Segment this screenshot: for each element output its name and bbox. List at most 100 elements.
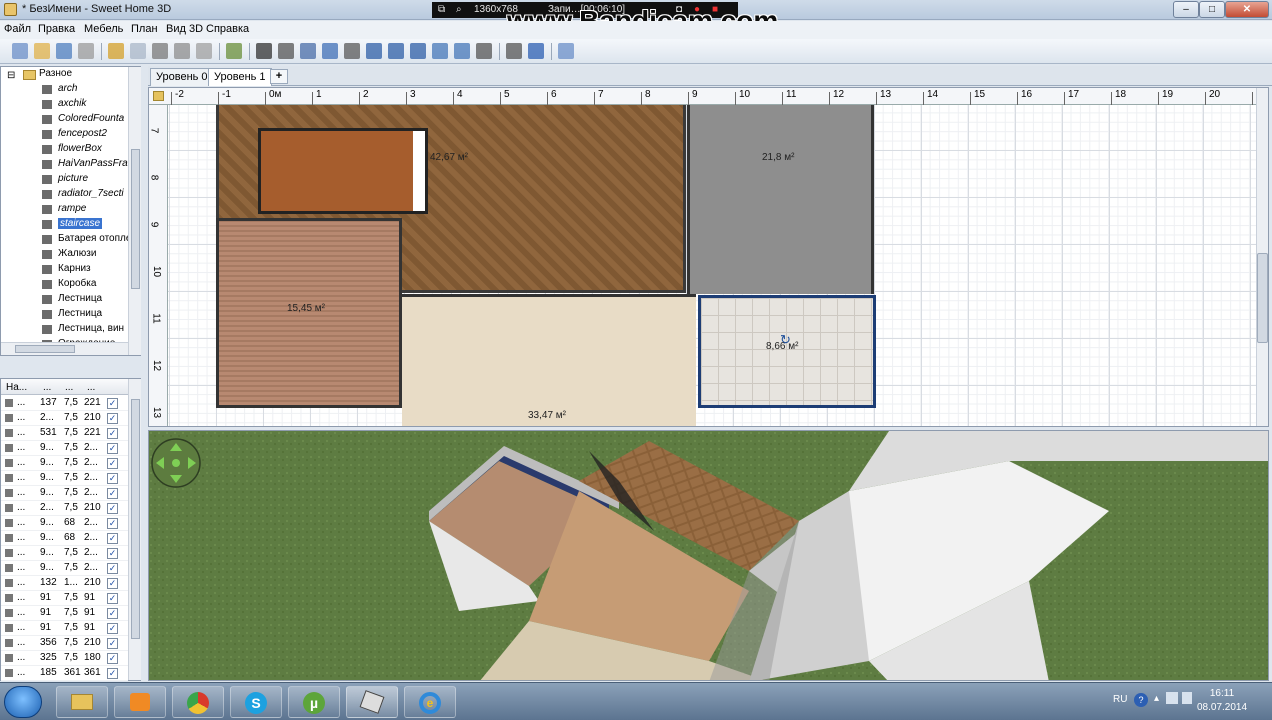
visible-checkbox[interactable]: ✓ [107,443,118,454]
menu-file[interactable]: Файл [4,23,31,35]
save-icon[interactable] [56,43,72,59]
visible-checkbox[interactable]: ✓ [107,518,118,529]
cut-tool-icon[interactable] [78,43,94,59]
furniture-scrollbar[interactable] [128,379,141,680]
menu-help[interactable]: Справка [206,23,249,35]
vertical-splitter[interactable] [141,66,148,681]
tray-arrow-icon[interactable]: ▴ [1154,693,1159,704]
table-row[interactable]: ... 185 361 361 ✓ [1,666,128,681]
undo-icon[interactable] [108,43,124,59]
table-row[interactable]: ... 2... 7,5 210 ✓ [1,411,128,426]
visible-checkbox[interactable]: ✓ [107,503,118,514]
visible-checkbox[interactable]: ✓ [107,593,118,604]
screen-icon[interactable]: ⧉ [438,4,445,15]
zoom-in-icon[interactable] [454,43,470,59]
catalog-item[interactable]: ColoredFounta [1,112,128,127]
copy-icon[interactable] [174,43,190,59]
add-text-icon[interactable] [366,43,382,59]
catalog-item[interactable]: radiator_7secti [1,187,128,202]
table-row[interactable]: ... 9... 68 2... ✓ [1,516,128,531]
catalog-item[interactable]: Батарея отопле [1,232,128,247]
tab-level-0[interactable]: Уровень 0 [150,68,214,86]
photo-icon[interactable] [506,43,522,59]
tray-language[interactable]: RU [1113,694,1127,705]
new-icon[interactable] [12,43,28,59]
visible-checkbox[interactable]: ✓ [107,473,118,484]
video-icon[interactable] [528,43,544,59]
visible-checkbox[interactable]: ✓ [107,548,118,559]
catalog-item[interactable]: flowerBox [1,142,128,157]
table-row[interactable]: ... 9... 7,5 2... ✓ [1,471,128,486]
clock[interactable]: 16:11 08.07.2014 [1197,688,1247,713]
col-depth-header[interactable]: ... [65,382,73,393]
create-rooms-icon[interactable] [322,43,338,59]
table-row[interactable]: ... 137 7,5 221 ✓ [1,396,128,411]
catalog-item[interactable]: HaiVanPassFra [1,157,128,172]
table-row[interactable]: ... 91 7,5 91 ✓ [1,606,128,621]
visible-checkbox[interactable]: ✓ [107,398,118,409]
redo-icon[interactable] [130,43,146,59]
catalog-item[interactable]: Лестница, вин [1,322,128,337]
catalog-scrollbar[interactable] [128,67,141,355]
create-walls-icon[interactable] [300,43,316,59]
rotate-handle-icon[interactable]: ↻ [780,332,791,348]
table-row[interactable]: ... 132 1... 210 ✓ [1,576,128,591]
catalog-item[interactable]: axchik [1,97,128,112]
catalog-item[interactable]: arch [1,82,128,97]
table-row[interactable]: ... 9... 7,5 2... ✓ [1,486,128,501]
col-name-header[interactable]: На... [6,382,27,393]
menu-furniture[interactable]: Мебель [84,23,123,35]
visible-checkbox[interactable]: ✓ [107,578,118,589]
catalog-item[interactable]: Лестница [1,307,128,322]
catalog-item[interactable]: Лестница [1,292,128,307]
add-level-button[interactable]: + [270,69,288,84]
visible-checkbox[interactable]: ✓ [107,653,118,664]
menu-plan[interactable]: План [131,23,158,35]
catalog-hscrollbar[interactable] [1,342,128,355]
maximize-button[interactable]: □ [1199,1,1225,18]
visible-checkbox[interactable]: ✓ [107,413,118,424]
room-grey[interactable] [687,105,874,294]
tree-toggle-icon[interactable]: ⊟ [7,70,15,81]
tray-network-icon[interactable] [1166,692,1178,704]
table-row[interactable]: ... 9... 68 2... ✓ [1,531,128,546]
visible-checkbox[interactable]: ✓ [107,638,118,649]
pan-icon[interactable] [278,43,294,59]
media-player-icon[interactable] [114,686,166,718]
col-width-header[interactable]: ... [43,382,51,393]
table-row[interactable]: ... 9... 7,5 2... ✓ [1,456,128,471]
visible-checkbox[interactable]: ✓ [107,458,118,469]
visible-checkbox[interactable]: ✓ [107,533,118,544]
catalog-item[interactable]: picture [1,172,128,187]
chrome-icon[interactable] [172,686,224,718]
catalog-item[interactable]: Карниз [1,262,128,277]
help-icon[interactable] [558,43,574,59]
paste-icon[interactable] [196,43,212,59]
text-style-b-icon[interactable] [410,43,426,59]
zoom-out-icon[interactable] [476,43,492,59]
room-bottom[interactable] [402,294,696,426]
menu-3d-view[interactable]: Вид 3D [166,23,203,35]
visible-checkbox[interactable]: ✓ [107,608,118,619]
table-row[interactable]: ... 356 7,5 210 ✓ [1,636,128,651]
visible-checkbox[interactable]: ✓ [107,563,118,574]
create-dimensions-icon[interactable] [344,43,360,59]
explorer-icon[interactable] [56,686,108,718]
catalog-item[interactable]: Коробка [1,277,128,292]
table-row[interactable]: ... 531 7,5 221 ✓ [1,426,128,441]
menu-edit[interactable]: Правка [38,23,75,35]
search-icon[interactable]: ⌕ [456,4,462,15]
plan-view[interactable]: -2-10м12345678910111213141516171819202 7… [148,87,1269,427]
col-height-header[interactable]: ... [87,382,95,393]
sweethome3d-task-icon[interactable] [346,686,398,718]
table-row[interactable]: ... 9... 7,5 2... ✓ [1,546,128,561]
add-furniture-icon[interactable] [226,43,242,59]
table-row[interactable]: ... 325 7,5 180 ✓ [1,651,128,666]
3d-view[interactable] [148,430,1269,681]
catalog-item[interactable]: staircase [1,217,128,232]
text-style-c-icon[interactable] [432,43,448,59]
text-style-a-icon[interactable] [388,43,404,59]
tray-volume-icon[interactable] [1182,692,1192,704]
minimize-button[interactable]: – [1173,1,1199,18]
select-icon[interactable] [256,43,272,59]
